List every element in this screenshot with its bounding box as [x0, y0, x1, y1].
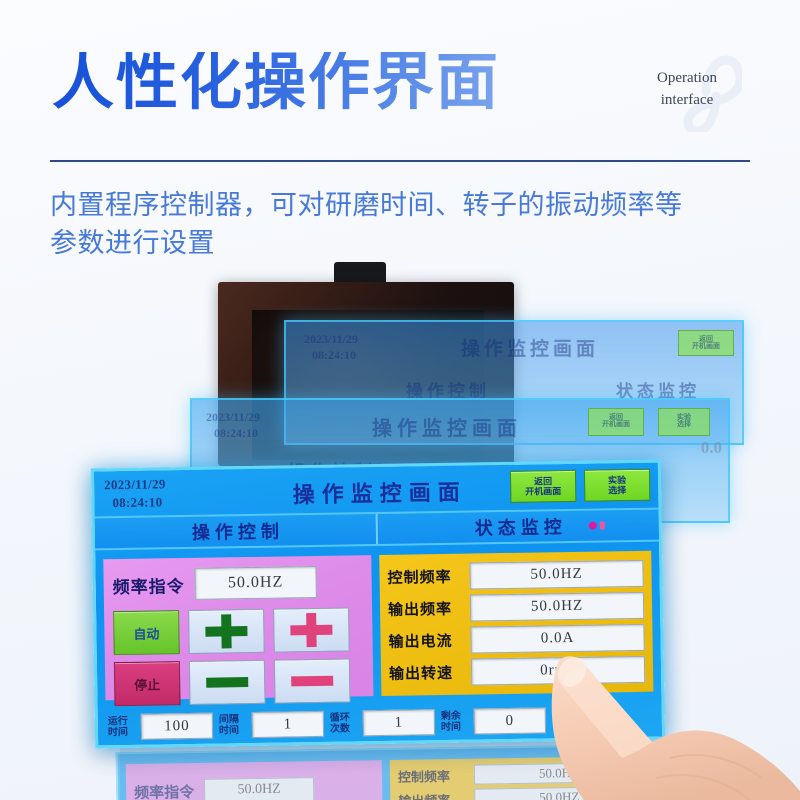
- monitor-row-control-frequency: 控制频率 50.0HZ: [387, 558, 644, 593]
- auto-mode-button[interactable]: 自动: [113, 610, 180, 656]
- monitor-row-3-label: 输出转速: [388, 665, 454, 683]
- page-subtitle: 内置程序控制器，可对研磨时间、转子的振动频率等 参数进行设置: [50, 186, 750, 263]
- ghost-mid-title: 操作监控画面: [372, 418, 522, 440]
- return-button-line2: 开机画面: [525, 486, 562, 498]
- frequency-increase-fine-button[interactable]: [273, 607, 350, 653]
- header-english-line2: interface: [660, 91, 714, 108]
- monitor-row-0-label: 控制频率: [387, 569, 452, 587]
- param-cycle-count: 循环 次数 1: [330, 709, 436, 737]
- operation-control-pane: 频率指令 50.0HZ 自动 停止: [103, 555, 374, 707]
- frequency-increase-coarse-button[interactable]: [188, 608, 265, 654]
- ghost-bottom-row-0-label: 控制频率: [397, 768, 451, 785]
- param-3-label-line2: 时间: [440, 721, 462, 734]
- param-run-time: 运行 时间 100: [108, 712, 214, 741]
- product-photo: 2023/11/29 08:24:10 操作监控画面 返回 开机画面 操作控制 …: [0, 258, 800, 800]
- ghost-mid-button-2: 实验 选择: [658, 408, 710, 436]
- param-3-label-line1: 剩余: [440, 710, 461, 723]
- section-header-operation-control: 操作控制: [94, 513, 379, 549]
- param-1-label: 间隔 时间: [219, 714, 245, 736]
- monitor-row-0-value: 50.0HZ: [469, 559, 644, 590]
- param-2-label-line1: 循环: [329, 712, 350, 724]
- param-0-label-line1: 运行: [107, 715, 128, 728]
- section-header-status-monitor-label: 状态监控: [474, 517, 567, 539]
- subtitle-line-1: 内置程序控制器，可对研磨时间、转子的振动频率等: [50, 190, 683, 220]
- ghost-back-button: 返回 开机画面: [678, 330, 734, 356]
- experiment-select-button[interactable]: 实验 选择: [583, 468, 651, 502]
- return-to-home-screen-button[interactable]: 返回 开机画面: [509, 469, 577, 503]
- ghost-mid-button-1-line2: 开机画面: [602, 420, 630, 429]
- subtitle-line-2: 参数进行设置: [50, 228, 215, 259]
- param-2-label: 循环 次数: [330, 712, 356, 734]
- param-3-label: 剩余 时间: [441, 711, 467, 733]
- frequency-command-row: 频率指令 50.0HZ: [112, 563, 363, 603]
- param-2-label-line2: 次数: [329, 723, 351, 735]
- experiment-button-line2: 选择: [608, 485, 627, 496]
- param-2-input[interactable]: 1: [362, 709, 436, 737]
- header-divider: [50, 160, 750, 162]
- frequency-command-label: 频率指令: [112, 576, 185, 597]
- ghost-bottom-row-1-label: 输出频率: [398, 789, 466, 800]
- ghost-mid-time: 08:24:10: [214, 426, 258, 440]
- page-root: 人性化操作界面 Operation interface 内置程序控制器，可对研磨…: [0, 0, 800, 800]
- header-english-line1: Operation: [657, 70, 717, 86]
- ghost-back-button-line2: 开机画面: [692, 342, 720, 351]
- status-lamp-1: [588, 521, 597, 530]
- monitor-row-2-label: 输出电流: [388, 633, 453, 651]
- page-title: 人性化操作界面: [52, 49, 501, 117]
- param-0-label: 运行 时间: [108, 716, 134, 738]
- control-button-grid: 自动 停止: [113, 607, 364, 707]
- param-0-label-line2: 时间: [107, 726, 129, 739]
- return-button-line1: 返回: [534, 476, 553, 487]
- status-lamp-2: [599, 521, 605, 530]
- ghost-mid-button-2-line2: 选择: [677, 420, 691, 429]
- monitor-row-1-label: 输出频率: [387, 601, 453, 619]
- ghost-mid-date: 2023/11/29: [206, 410, 261, 424]
- frequency-decrease-fine-button[interactable]: [273, 658, 351, 704]
- ghost-bottom-freq-value: 50.0HZ: [204, 777, 315, 800]
- header-english-label: Operation interface: [622, 68, 752, 112]
- monitor-row-1-value: 50.0HZ: [469, 591, 645, 622]
- ghost-back-time: 08:24:10: [312, 348, 356, 362]
- param-1-label-line2: 时间: [218, 725, 240, 737]
- section-header-status-monitor: 状态监控: [378, 510, 659, 544]
- status-indicator-lights: [588, 521, 605, 530]
- frequency-command-input[interactable]: 50.0HZ: [194, 565, 317, 600]
- param-0-input[interactable]: 100: [140, 712, 214, 740]
- ghost-bottom-freq-label: 频率指令: [134, 784, 195, 800]
- ghost-back-date: 2023/11/29: [304, 332, 359, 346]
- experiment-button-line1: 实验: [607, 475, 627, 486]
- hand-pointing-illustration: [551, 656, 800, 800]
- param-1-input[interactable]: 1: [251, 710, 325, 738]
- frequency-decrease-coarse-button[interactable]: [188, 659, 266, 705]
- monitor-row-output-frequency: 输出频率 50.0HZ: [387, 590, 645, 625]
- ghost-bottom-control-pane: 频率指令 50.0HZ: [125, 760, 383, 800]
- ghost-back-title: 操作监控画面: [461, 339, 600, 360]
- param-interval-time: 间隔 时间 1: [219, 710, 325, 739]
- stop-button[interactable]: 停止: [113, 661, 181, 707]
- param-1-label-line1: 间隔: [218, 714, 239, 726]
- ghost-mid-partial-value: 0.0: [700, 438, 722, 457]
- ghost-mid-button-1: 返回 开机画面: [588, 408, 644, 436]
